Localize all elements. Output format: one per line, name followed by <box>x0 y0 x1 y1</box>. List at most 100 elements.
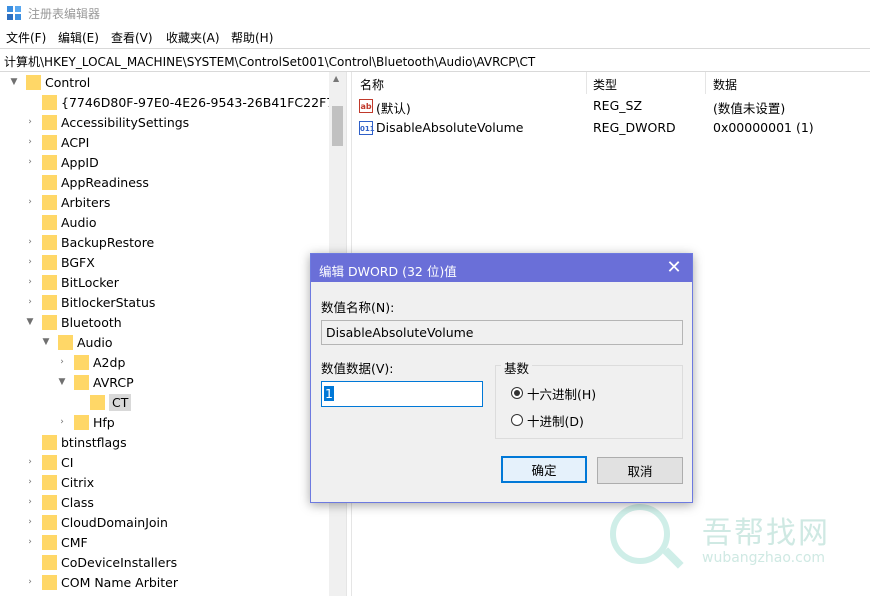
radio-decimal[interactable]: 十进制(D) <box>511 411 584 429</box>
chevron-right-icon[interactable]: › <box>24 457 36 467</box>
tree-item[interactable]: CoDeviceInstallers <box>24 552 177 572</box>
tree-item-label[interactable]: BackupRestore <box>61 235 154 250</box>
tree-item[interactable]: › BackupRestore <box>24 232 154 252</box>
chevron-right-icon[interactable]: › <box>24 497 36 507</box>
tree-item-label[interactable]: AppReadiness <box>61 175 149 190</box>
magnifier-icon <box>610 504 670 564</box>
tree-item-label[interactable]: Control <box>45 75 90 90</box>
tree-item-label[interactable]: AccessibilitySettings <box>61 115 189 130</box>
column-name[interactable]: 名称 <box>360 76 384 93</box>
tree-item[interactable]: › CloudDomainJoin <box>24 512 168 532</box>
tree-item-label[interactable]: ACPI <box>61 135 89 150</box>
menu-favorites[interactable]: 收藏夹(A) <box>166 29 220 46</box>
scroll-up-icon[interactable]: ▲ <box>333 74 339 83</box>
tree-item[interactable]: ▼ Bluetooth <box>24 312 122 332</box>
chevron-right-icon[interactable]: › <box>24 277 36 287</box>
chevron-right-icon[interactable]: › <box>24 157 36 167</box>
tree-item[interactable]: › COM Name Arbiter <box>24 572 178 592</box>
tree-item-label[interactable]: BitlockerStatus <box>61 295 155 310</box>
tree-item-label[interactable]: BGFX <box>61 255 95 270</box>
chevron-right-icon[interactable]: › <box>24 477 36 487</box>
tree-item[interactable]: › A2dp <box>56 352 125 372</box>
tree-item-label[interactable]: COM Name Arbiter <box>61 575 178 590</box>
tree-item-label[interactable]: CT <box>109 393 132 411</box>
value-data-text[interactable]: 1 <box>324 386 334 401</box>
radio-hexadecimal[interactable]: 十六进制(H) <box>511 384 596 402</box>
tree-item[interactable]: › BitlockerStatus <box>24 292 155 312</box>
ok-button[interactable]: 确定 <box>501 456 587 483</box>
tree-item-label[interactable]: CoDeviceInstallers <box>61 555 177 570</box>
tree-item-label[interactable]: Hfp <box>93 415 115 430</box>
chevron-right-icon[interactable]: › <box>56 417 68 427</box>
tree-item-label[interactable]: {7746D80F-97E0-4E26-9543-26B41FC22F79} <box>61 95 346 110</box>
menu-edit[interactable]: 编辑(E) <box>58 29 99 46</box>
tree-item-label[interactable]: Arbiters <box>61 195 110 210</box>
radio-checked-icon[interactable] <box>511 387 523 399</box>
chevron-down-icon[interactable]: ▼ <box>24 317 36 327</box>
tree-item[interactable]: › Hfp <box>56 412 115 432</box>
chevron-right-icon[interactable]: › <box>24 257 36 267</box>
tree-item-label[interactable]: CI <box>61 455 73 470</box>
tree-item-label[interactable]: Bluetooth <box>61 315 122 330</box>
address-path[interactable]: 计算机\HKEY_LOCAL_MACHINE\SYSTEM\ControlSet… <box>4 53 535 70</box>
column-separator[interactable] <box>586 72 587 94</box>
tree-item[interactable]: CT <box>72 392 132 412</box>
radio-dec-label[interactable]: 十进制(D) <box>527 411 584 430</box>
tree-item[interactable]: › BGFX <box>24 252 95 272</box>
chevron-down-icon[interactable]: ▼ <box>56 377 68 387</box>
tree-item-label[interactable]: Class <box>61 495 94 510</box>
cancel-button[interactable]: 取消 <box>597 457 683 484</box>
chevron-right-icon[interactable]: › <box>24 517 36 527</box>
tree-item[interactable]: › ACPI <box>24 132 89 152</box>
chevron-right-icon[interactable]: › <box>24 137 36 147</box>
value-row[interactable]: ab (默认) REG_SZ (数值未设置) <box>352 96 852 116</box>
tree-item[interactable]: btinstflags <box>24 432 127 452</box>
chevron-right-icon[interactable]: › <box>24 117 36 127</box>
chevron-right-icon[interactable]: › <box>24 297 36 307</box>
tree-item-label[interactable]: CMF <box>61 535 88 550</box>
column-type[interactable]: 类型 <box>593 76 617 93</box>
tree-item[interactable]: ▼ Audio <box>40 332 113 352</box>
tree-item-label[interactable]: btinstflags <box>61 435 127 450</box>
tree-item[interactable]: ▼ Control <box>8 72 90 92</box>
tree-item-label[interactable]: BitLocker <box>61 275 119 290</box>
menu-help[interactable]: 帮助(H) <box>231 29 273 46</box>
tree-item[interactable]: › AccessibilitySettings <box>24 112 189 132</box>
tree-item[interactable]: AppReadiness <box>24 172 149 192</box>
tree-item[interactable]: › Class <box>24 492 94 512</box>
tree-item[interactable]: › BitLocker <box>24 272 119 292</box>
chevron-right-icon[interactable]: › <box>56 357 68 367</box>
tree-item-label[interactable]: Audio <box>61 215 97 230</box>
chevron-right-icon[interactable]: › <box>24 577 36 587</box>
tree-item[interactable]: › CMF <box>24 532 88 552</box>
tree-item-label[interactable]: CloudDomainJoin <box>61 515 168 530</box>
tree-item[interactable]: › CI <box>24 452 73 472</box>
address-bar[interactable]: 计算机\HKEY_LOCAL_MACHINE\SYSTEM\ControlSet… <box>0 48 870 72</box>
radio-hex-label[interactable]: 十六进制(H) <box>527 384 596 403</box>
tree-item[interactable]: › AppID <box>24 152 99 172</box>
value-data-input[interactable]: 1 <box>321 381 483 407</box>
tree-item[interactable]: › Citrix <box>24 472 94 492</box>
tree-item[interactable]: Audio <box>24 212 97 232</box>
radio-unchecked-icon[interactable] <box>511 414 523 426</box>
menu-file[interactable]: 文件(F) <box>6 29 46 46</box>
column-data[interactable]: 数据 <box>713 76 737 93</box>
column-separator[interactable] <box>705 72 706 94</box>
tree-item[interactable]: ▼ AVRCP <box>56 372 134 392</box>
tree-item[interactable]: {7746D80F-97E0-4E26-9543-26B41FC22F79} <box>24 92 346 112</box>
tree-item-label[interactable]: A2dp <box>93 355 125 370</box>
tree-item-label[interactable]: AVRCP <box>93 375 134 390</box>
close-icon[interactable]: ✕ <box>664 258 684 278</box>
tree-item-label[interactable]: AppID <box>61 155 99 170</box>
tree-item-label[interactable]: Citrix <box>61 475 94 490</box>
chevron-down-icon[interactable]: ▼ <box>40 337 52 347</box>
chevron-down-icon[interactable]: ▼ <box>8 77 20 87</box>
chevron-right-icon[interactable]: › <box>24 537 36 547</box>
tree-item-label[interactable]: Audio <box>77 335 113 350</box>
scroll-thumb[interactable] <box>332 106 343 146</box>
value-row[interactable]: 011 DisableAbsoluteVolume REG_DWORD 0x00… <box>352 118 852 138</box>
menu-view[interactable]: 查看(V) <box>111 29 153 46</box>
tree-item[interactable]: › Arbiters <box>24 192 110 212</box>
chevron-right-icon[interactable]: › <box>24 197 36 207</box>
chevron-right-icon[interactable]: › <box>24 237 36 247</box>
